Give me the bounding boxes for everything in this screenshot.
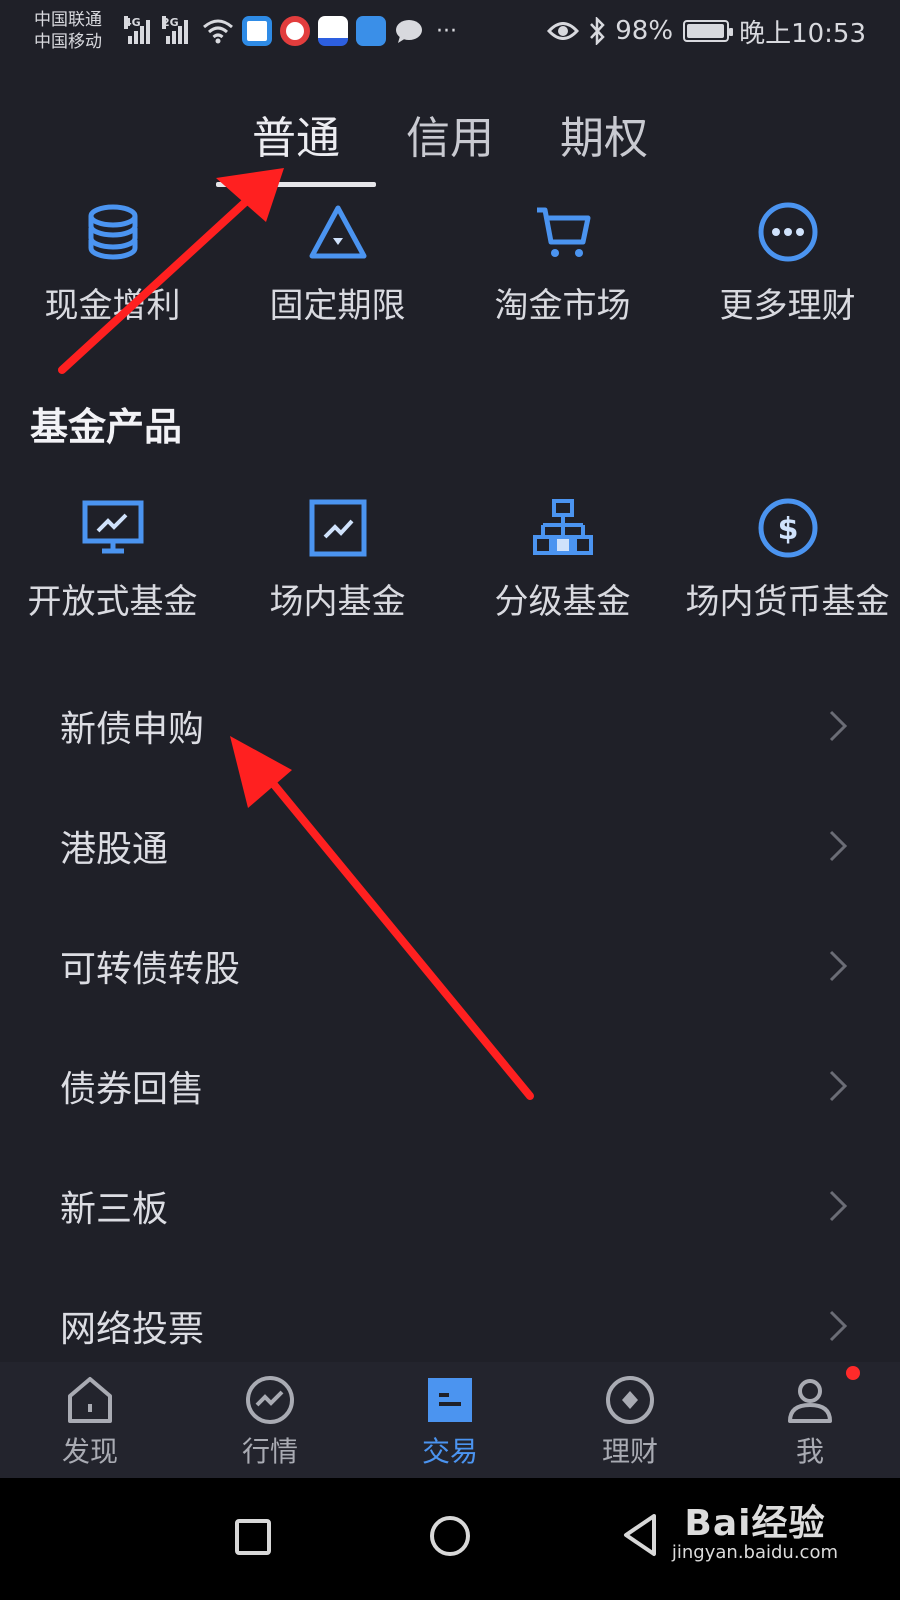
status-bar: 中国联通 中国移动 4G 2G ··· 98% 晚上10:53 [0, 0, 900, 62]
grid-item-label: 开放式基金 [27, 582, 198, 622]
grid-item-label: 场内基金 [269, 582, 406, 622]
app-notify-icon-1 [242, 16, 272, 46]
grid-item-label: 淘金市场 [494, 286, 631, 326]
signal-1-icon: 4G [124, 16, 150, 44]
trade-service-list: 新债申购 港股通 可转债转股 债券回售 新三板 网络投票 [0, 666, 900, 1386]
tab-normal[interactable]: 普通 [216, 90, 376, 190]
home-icon [68, 1377, 112, 1423]
fund-grid: 开放式基金 场内基金 分级基金 $ 场内货币基金 [0, 496, 900, 623]
compass-icon [606, 1376, 654, 1424]
status-left: 中国联通 中国移动 4G 2G ··· [34, 9, 457, 53]
more-circle-icon [756, 200, 820, 264]
list-item-label: 债券回售 [60, 1069, 205, 1110]
list-item-label: 可转债转股 [60, 949, 241, 990]
wifi-icon [203, 19, 233, 44]
wealth-grid: 现金增利 固定期限 淘金市场 更多理财 [0, 200, 900, 327]
nav-label: 行情 [241, 1435, 298, 1468]
list-item-label: 港股通 [60, 829, 169, 870]
cart-icon [531, 200, 595, 264]
list-item-convertible-bond[interactable]: 可转债转股 [0, 906, 900, 1026]
nav-wealth[interactable]: 理财 [540, 1362, 720, 1478]
carrier-1: 中国联通 [34, 10, 102, 30]
fund-section-title: 基金产品 [30, 405, 183, 449]
battery-percent: 98% [615, 16, 674, 46]
chevron-right-icon [829, 1310, 848, 1342]
chevron-right-icon [829, 950, 848, 982]
recent-apps-button[interactable] [234, 1518, 272, 1556]
chevron-right-icon [829, 830, 848, 862]
app-notify-icon-3 [318, 16, 348, 46]
nav-me[interactable]: 我 [720, 1362, 900, 1478]
list-item-new-third-board[interactable]: 新三板 [0, 1146, 900, 1266]
triangle-icon [306, 200, 370, 264]
nav-label: 理财 [601, 1435, 658, 1468]
app-notify-icon-2 [280, 16, 310, 46]
grid-item-gold-market[interactable]: 淘金市场 [450, 200, 675, 327]
grid-item-more-wealth[interactable]: 更多理财 [675, 200, 900, 327]
svg-text:$: $ [777, 512, 798, 547]
nav-trade[interactable]: 交易 [360, 1362, 540, 1478]
home-button[interactable] [428, 1514, 472, 1558]
list-item-label: 新三板 [60, 1189, 169, 1230]
grid-item-label: 分级基金 [494, 582, 631, 622]
grid-item-money-fund[interactable]: $ 场内货币基金 [675, 496, 900, 623]
watermark-main: Bai经验 [684, 1503, 826, 1544]
grid-item-label: 固定期限 [269, 286, 406, 326]
chevron-right-icon [829, 710, 848, 742]
battery-icon [683, 20, 734, 42]
user-icon [788, 1379, 832, 1423]
account-tabs: 普通 信用 期权 [0, 90, 900, 190]
trade-icon [428, 1378, 472, 1422]
tab-options[interactable]: 期权 [556, 90, 652, 190]
app-notify-icon-4 [356, 16, 386, 46]
system-nav-bar: Bai经验 jingyan.baidu.com [0, 1478, 900, 1600]
coin-stack-icon [81, 200, 145, 264]
list-item-hk-connect[interactable]: 港股通 [0, 786, 900, 906]
chevron-right-icon [829, 1190, 848, 1222]
list-item-label: 新债申购 [60, 709, 205, 750]
net-type-1: 4G [124, 16, 141, 29]
grid-item-label: 更多理财 [719, 286, 856, 326]
grid-item-label: 场内货币基金 [685, 582, 890, 622]
grid-item-cash-plus[interactable]: 现金增利 [0, 200, 225, 327]
list-item-bond-putback[interactable]: 债券回售 [0, 1026, 900, 1146]
watermark-sub: jingyan.baidu.com [671, 1542, 838, 1563]
grid-item-exchange-fund[interactable]: 场内基金 [225, 496, 450, 623]
nav-label: 我 [795, 1435, 824, 1468]
carrier-2: 中国移动 [34, 32, 102, 52]
tab-credit[interactable]: 信用 [402, 90, 498, 190]
nav-label: 发现 [61, 1435, 118, 1468]
nav-market[interactable]: 行情 [180, 1362, 360, 1478]
market-icon [246, 1376, 294, 1424]
bluetooth-icon [590, 17, 605, 45]
dollar-circle-icon: $ [756, 496, 820, 560]
grid-item-fixed-term[interactable]: 固定期限 [225, 200, 450, 327]
monitor-chart-icon [81, 496, 145, 560]
grid-item-open-fund[interactable]: 开放式基金 [0, 496, 225, 623]
signal-2-icon: 2G [162, 16, 188, 44]
grid-item-label: 现金增利 [44, 286, 181, 326]
list-item-label: 网络投票 [60, 1309, 205, 1350]
chat-icon [396, 20, 422, 43]
list-item-new-bond[interactable]: 新债申购 [0, 666, 900, 786]
baidu-watermark: Bai经验 jingyan.baidu.com [672, 1494, 838, 1563]
hierarchy-icon [531, 496, 595, 560]
back-button[interactable] [620, 1512, 660, 1558]
net-type-2: 2G [162, 16, 179, 29]
notification-badge [846, 1366, 860, 1380]
chevron-right-icon [829, 1070, 848, 1102]
nav-discover[interactable]: 发现 [0, 1362, 180, 1478]
bottom-nav: 发现 行情 交易 理财 我 [0, 1362, 900, 1478]
chart-box-icon [306, 496, 370, 560]
grid-item-graded-fund[interactable]: 分级基金 [450, 496, 675, 623]
nav-label: 交易 [421, 1435, 478, 1468]
status-right: 98% 晚上10:53 [547, 13, 866, 50]
carriers: 中国联通 中国移动 [34, 9, 118, 53]
eye-icon [547, 22, 580, 40]
clock: 晚上10:53 [739, 18, 866, 49]
more-notifications: ··· [436, 18, 457, 44]
